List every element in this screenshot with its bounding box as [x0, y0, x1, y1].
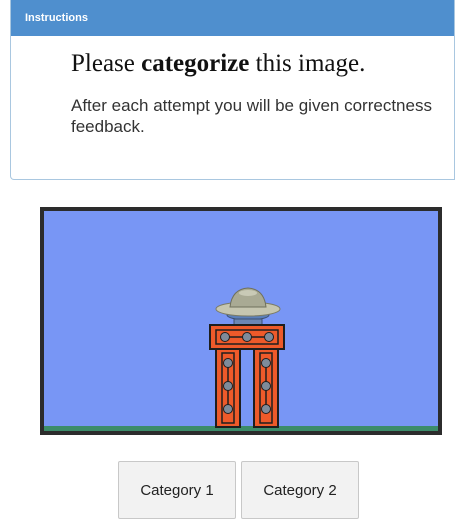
- headline-text-start: Please: [71, 50, 142, 77]
- instructions-headline: Please categorize this image.: [71, 50, 365, 78]
- category-2-button[interactable]: Category 2: [241, 461, 359, 519]
- category-1-button[interactable]: Category 1: [118, 461, 236, 519]
- instructions-header: Instructions: [11, 0, 454, 36]
- ufo-icon: [215, 287, 281, 326]
- tower-structure: [209, 324, 285, 428]
- feedback-description: After each attempt you will be given cor…: [71, 96, 432, 136]
- stimulus-image: [40, 207, 442, 435]
- stimulus-scene: [44, 287, 438, 431]
- headline-text-end: this image.: [249, 50, 366, 77]
- instructions-panel: Instructions Please categorize this imag…: [10, 0, 455, 180]
- headline-emphasis: categorize: [141, 50, 250, 77]
